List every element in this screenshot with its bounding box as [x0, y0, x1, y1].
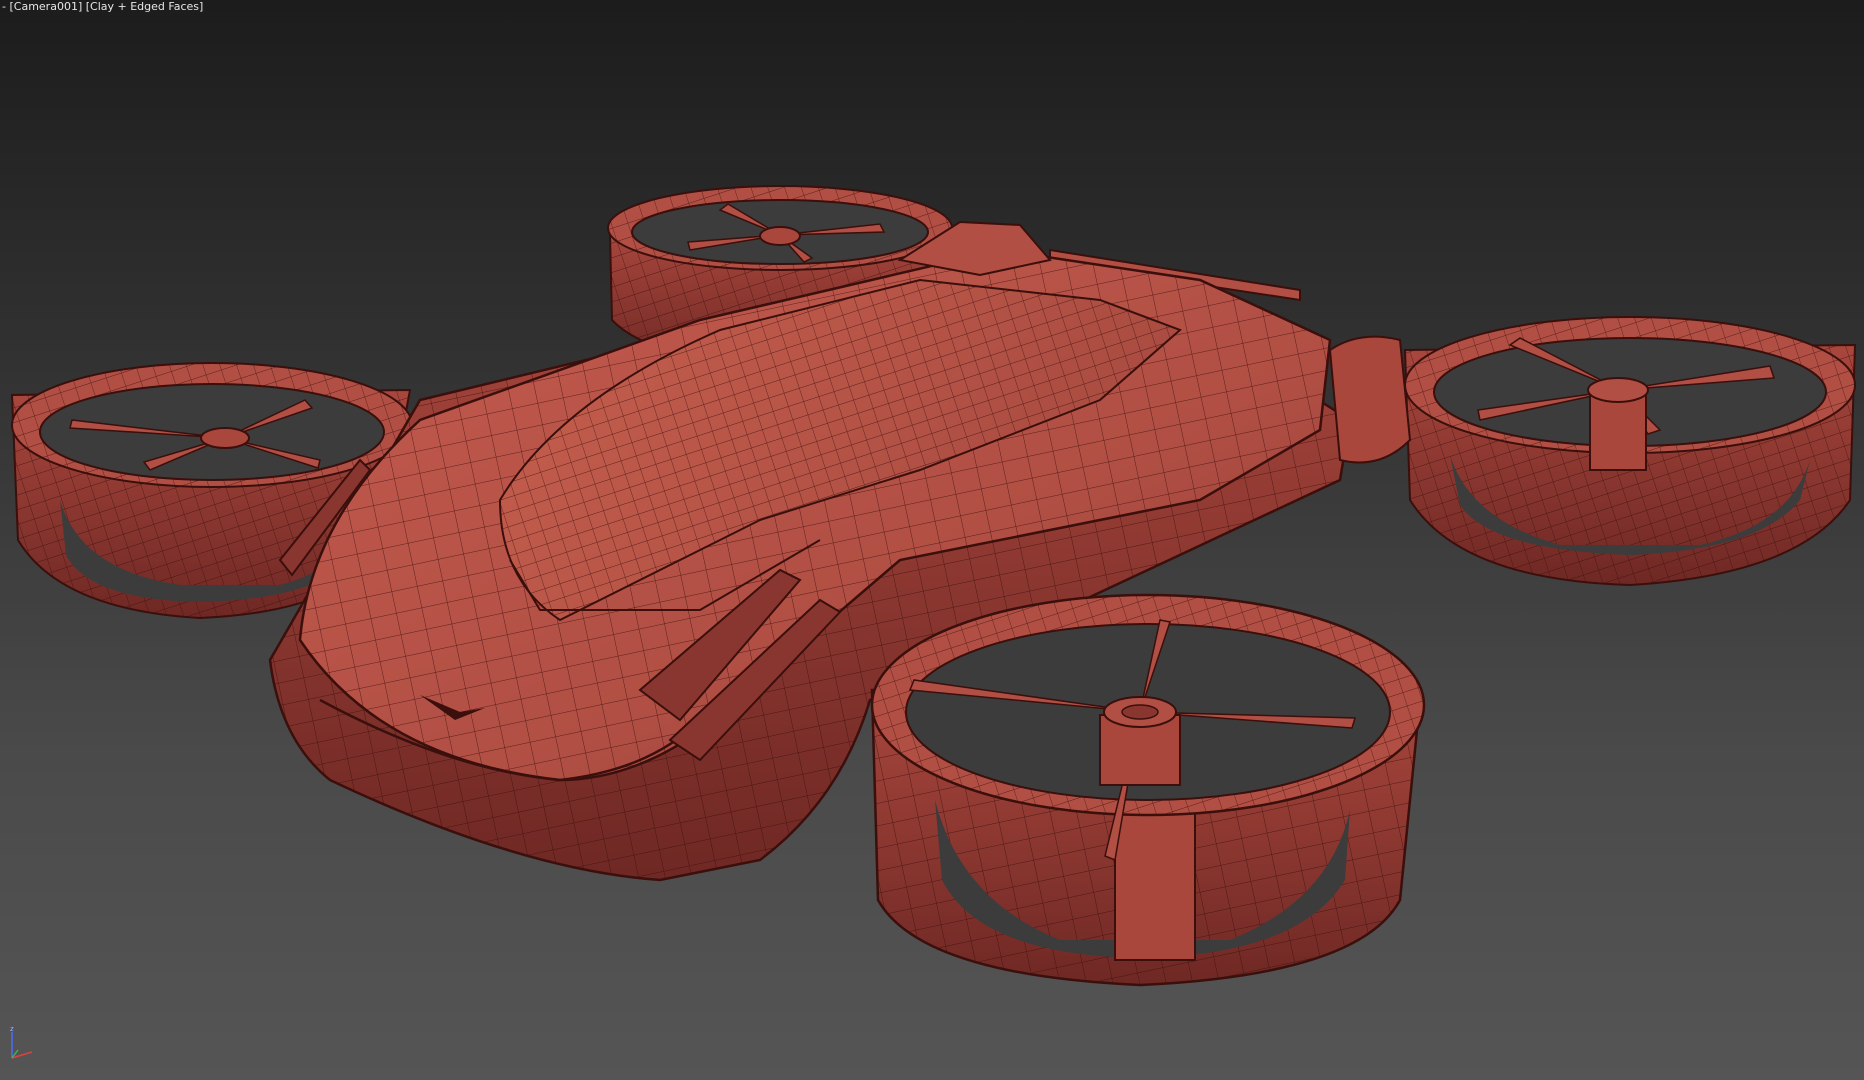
- viewport[interactable]: - [Camera001] [Clay + Edged Faces] z: [0, 0, 1864, 1080]
- axis-z-label: z: [10, 1025, 14, 1033]
- axis-gizmo: z: [10, 1025, 33, 1059]
- scene-canvas[interactable]: [0, 0, 1864, 1080]
- rotor-right[interactable]: [1403, 316, 1857, 587]
- rotor-front-right[interactable]: [870, 593, 1426, 987]
